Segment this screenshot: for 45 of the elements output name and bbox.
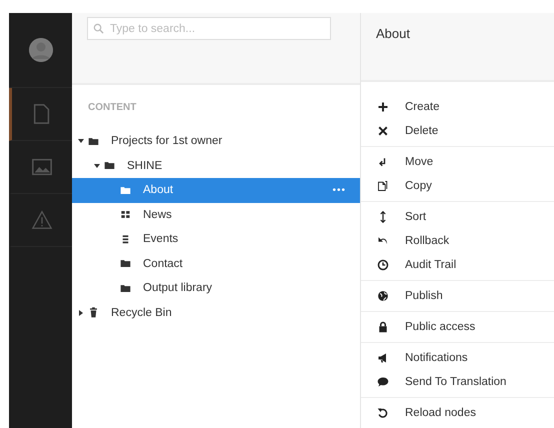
- lock-icon: [377, 321, 389, 333]
- grid-icon: [120, 209, 131, 220]
- megaphone-icon: [377, 352, 389, 364]
- tree-item[interactable]: SHINE: [72, 154, 360, 178]
- list-icon: [120, 234, 131, 245]
- image-icon: [31, 156, 53, 178]
- menu-item[interactable]: Create: [361, 95, 554, 119]
- menu-item[interactable]: Reload nodes: [361, 401, 554, 425]
- warning-icon: [31, 209, 53, 231]
- menu-item[interactable]: Copy: [361, 174, 554, 198]
- menu-item[interactable]: Send To Translation: [361, 370, 554, 394]
- menu-item[interactable]: Notifications: [361, 346, 554, 370]
- folder-icon: [120, 258, 131, 270]
- more-actions[interactable]: •••: [332, 184, 360, 196]
- tree-item[interactable]: Recycle Bin: [72, 300, 360, 325]
- section-heading: CONTENT: [87, 101, 138, 115]
- copy-icon: [377, 180, 389, 192]
- reload-icon: [377, 407, 389, 419]
- search-field[interactable]: Type to search...: [87, 17, 331, 40]
- undo-icon: [377, 235, 389, 247]
- trash-icon: [88, 307, 99, 318]
- clock-icon: [377, 259, 389, 271]
- menu-item[interactable]: Delete: [361, 119, 554, 143]
- menu-item[interactable]: Public access: [361, 315, 554, 339]
- menu-item[interactable]: Audit Trail: [361, 253, 554, 277]
- close-icon: [377, 125, 389, 137]
- avatar-icon[interactable]: [28, 38, 52, 62]
- tree-item[interactable]: News: [72, 202, 360, 227]
- tree-item[interactable]: Events: [72, 227, 360, 252]
- tree-item[interactable]: Output library: [72, 276, 360, 300]
- tree-item[interactable]: Contact: [72, 252, 360, 276]
- folder-icon: [104, 160, 115, 172]
- folder-icon: [120, 184, 131, 196]
- speech-bubble-icon: [377, 376, 389, 388]
- globe-icon: [377, 290, 389, 302]
- folder-icon: [120, 282, 131, 294]
- tree-item[interactable]: About •••: [72, 178, 360, 202]
- tree-item[interactable]: Projects for 1st owner: [72, 129, 360, 154]
- menu-item[interactable]: Sort: [361, 205, 554, 229]
- folder-icon: [88, 136, 99, 147]
- plus-icon: [377, 101, 389, 113]
- menu-item[interactable]: Publish: [361, 284, 554, 308]
- panel-title: About: [376, 26, 410, 41]
- menu-item[interactable]: Move: [361, 150, 554, 174]
- menu-item[interactable]: Rollback: [361, 229, 554, 253]
